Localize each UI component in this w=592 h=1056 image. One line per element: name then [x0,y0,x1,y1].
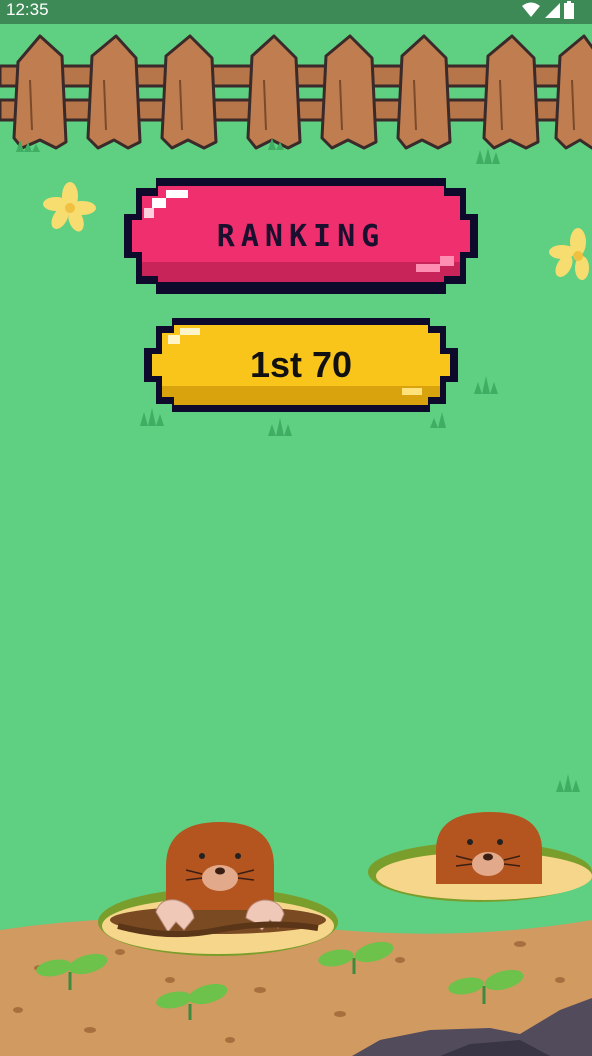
status-bar: 12:35 [0,0,592,24]
battery-icon [564,1,574,19]
top-score-button[interactable]: 1st 70 [144,318,458,412]
ranking-button[interactable]: RANKING [124,178,478,294]
mole-right [436,812,542,884]
ranking-label: RANKING [216,218,386,254]
garden-scene [0,34,592,1056]
status-icons [522,0,574,20]
wifi-icon [522,2,540,17]
top-score-label: 1st 70 [249,344,353,385]
status-time: 12:35 [6,0,49,19]
yellow-flower-left [43,182,96,232]
wooden-fence [0,34,592,150]
yellow-flower-right [549,228,589,280]
cellular-signal-icon [545,3,560,18]
